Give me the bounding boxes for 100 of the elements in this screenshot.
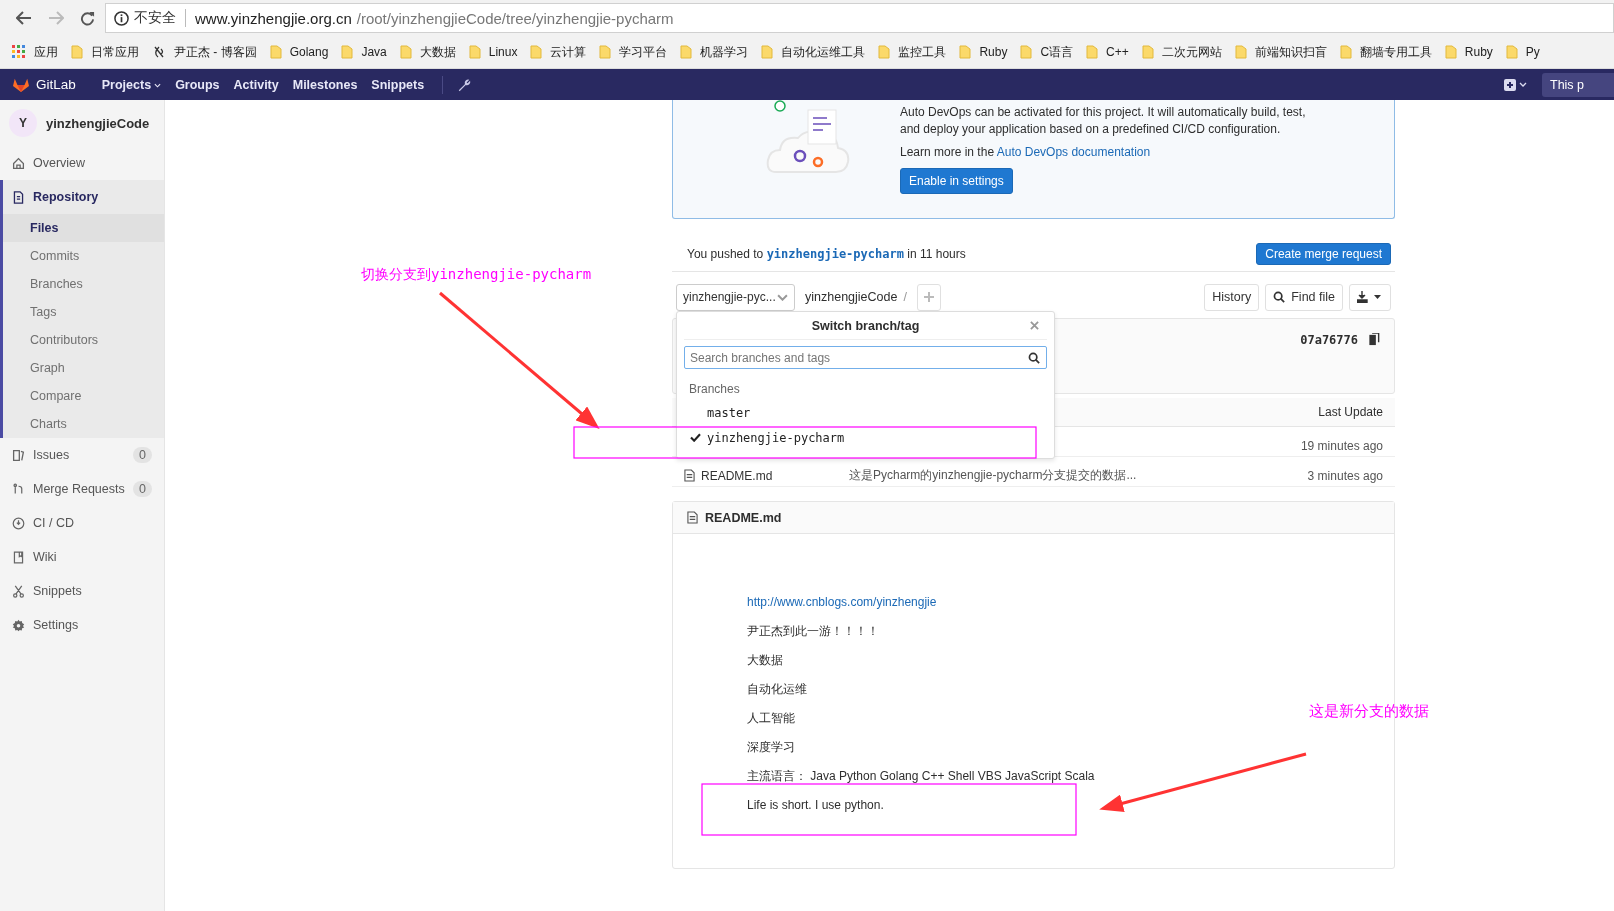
bookmark[interactable]: 学习平台	[599, 43, 668, 61]
back-icon[interactable]	[16, 11, 32, 25]
nav-link[interactable]: Milestones	[292, 77, 358, 92]
pipeline-icon	[12, 516, 25, 530]
bookmark[interactable]: 尹正杰 - 博客园	[152, 43, 257, 61]
bookmark[interactable]: 机器学习	[680, 43, 749, 61]
copy-icon[interactable]	[1368, 333, 1380, 346]
sidebar-item[interactable]: Snippets	[3, 574, 164, 608]
push-notice: You pushed to yinzhengjie-pycharm in 11 hours	[687, 247, 966, 261]
readme-paragraph: 主流语言： Java Python Golang C++ Shell VBS JavaScript Scala	[747, 769, 1095, 785]
folder-icon	[71, 45, 83, 59]
wrench-icon[interactable]	[457, 77, 472, 92]
readme-paragraph: 人工智能	[747, 711, 795, 727]
security-label: 不安全	[134, 9, 176, 27]
address-bar[interactable]: 不安全 www.yinzhengjie.org.cn /root/yinzhengjieCode/tree/yinzhengjie-pycharm	[105, 3, 1614, 33]
folder-icon	[1339, 45, 1352, 59]
close-icon[interactable]	[1030, 321, 1039, 330]
folder-icon	[1020, 45, 1033, 59]
bookmark[interactable]: 应用	[12, 43, 58, 61]
enable-settings-button[interactable]: Enable in settings	[900, 168, 1013, 194]
sidebar-item[interactable]: Issues 0	[3, 438, 164, 472]
folder-icon	[761, 45, 774, 59]
bookmark[interactable]: 前端知识扫盲	[1234, 43, 1327, 61]
url-path: /root/yinzhengjieCode/tree/yinzhengjie-pycharm	[356, 9, 674, 27]
column-header: Last Update	[1318, 405, 1383, 419]
branch-item[interactable]: yinzhengjie-pycharm	[684, 425, 1047, 450]
readme-paragraph: 自动化运维	[747, 682, 807, 698]
sidebar-subitem[interactable]: Charts	[3, 410, 164, 438]
bookmark[interactable]: 云计算	[530, 43, 587, 61]
blog-link[interactable]: http://www.cnblogs.com/yinzhengjie	[747, 595, 937, 624]
search-field[interactable]: This p	[1542, 72, 1614, 97]
nav-link[interactable]: Activity	[233, 77, 279, 92]
breadcrumb-link[interactable]: yinzhengjieCode	[805, 290, 898, 304]
check-icon	[690, 433, 701, 442]
gitlab-logo[interactable]: GitLab	[12, 76, 76, 93]
sidebar-subitem[interactable]: Commits	[3, 242, 164, 270]
annotation-text: 切换分支到yinzhengjie-pycharm	[361, 266, 592, 284]
branch-item[interactable]: master	[684, 400, 1047, 425]
readme-paragraph: 大数据	[747, 653, 783, 669]
nav-link[interactable]: Snippets	[371, 77, 425, 92]
info-icon	[114, 10, 129, 26]
download-button[interactable]	[1349, 283, 1391, 311]
history-button[interactable]: History	[1204, 283, 1260, 311]
sidebar-item[interactable]: Repository	[3, 180, 164, 214]
nav-link[interactable]: Projects	[101, 77, 162, 92]
bookmark[interactable]: 二次元网站	[1141, 43, 1222, 61]
bookmark[interactable]: Py	[1505, 45, 1540, 59]
folder-icon	[468, 45, 481, 59]
nav-link[interactable]: Groups	[175, 77, 220, 92]
file-icon	[684, 469, 695, 482]
project-avatar[interactable]: Y	[9, 109, 37, 137]
plus-icon	[923, 292, 934, 302]
table-cell: 3 minutes ago	[1307, 468, 1383, 483]
bookmark[interactable]: Java	[341, 45, 387, 59]
bookmark[interactable]: Ruby	[1444, 45, 1493, 59]
bookmark[interactable]: C++	[1086, 45, 1129, 59]
bookmark[interactable]: 监控工具	[878, 43, 947, 61]
commit-message-link[interactable]: 这是Pycharm的yinzhengjie-pycharm分支提交的数据...	[849, 467, 1137, 484]
folder-icon	[530, 45, 543, 59]
sidebar-item[interactable]: Settings	[3, 608, 164, 642]
search-icon	[1273, 291, 1286, 303]
folder-icon	[1086, 45, 1099, 59]
banner-text: Auto DevOps can be activated for this project. It will automatically build, test,	[900, 104, 1306, 121]
download-icon	[1357, 291, 1383, 303]
folder-icon	[680, 45, 693, 59]
reload-icon[interactable]	[80, 10, 95, 26]
sidebar-subitem[interactable]: Tags	[3, 298, 164, 326]
sidebar-item[interactable]: Overview	[3, 146, 164, 180]
book-icon	[12, 550, 25, 564]
folder-icon	[1444, 45, 1457, 59]
commit-sha: 07a76776	[1300, 333, 1358, 347]
file-name-link[interactable]: README.md	[701, 468, 773, 483]
folder-icon	[1141, 45, 1154, 59]
sidebar-subitem[interactable]: Contributors	[3, 326, 164, 354]
sidebar-subitem[interactable]: Compare	[3, 382, 164, 410]
sidebar-item[interactable]: Wiki	[3, 540, 164, 574]
project-name[interactable]: yinzhengjieCode	[46, 115, 150, 131]
bookmark[interactable]: 自动化运维工具	[761, 43, 866, 61]
bookmark[interactable]: Ruby	[959, 45, 1008, 59]
documentation-link[interactable]: Auto DevOps documentation	[996, 145, 1151, 159]
bookmark[interactable]: C语言	[1020, 43, 1074, 61]
create-merge-request-button[interactable]: Create merge request	[1256, 243, 1391, 265]
search-field[interactable]: Search branches and tags	[684, 346, 1047, 369]
sidebar-item[interactable]: CI / CD	[3, 506, 164, 540]
count-badge: 0	[133, 481, 152, 497]
readme-paragraph: 尹正杰到此一游！！！！	[747, 624, 879, 640]
bookmark[interactable]: 大数据	[399, 43, 456, 61]
chevron-down-icon	[777, 293, 788, 301]
sidebar-subitem[interactable]: Graph	[3, 354, 164, 382]
sidebar-subitem[interactable]: Branches	[3, 270, 164, 298]
bookmark[interactable]: Golang	[269, 45, 329, 59]
bookmark[interactable]: 翻墙专用工具	[1339, 43, 1432, 61]
sidebar-subitem[interactable]: Files	[3, 214, 164, 242]
bookmark[interactable]: Linux	[468, 45, 518, 59]
sidebar-item[interactable]: Merge Requests 0	[3, 472, 164, 506]
banner-text: Learn more in the	[900, 145, 995, 159]
branch-select[interactable]: yinzhengjie-pyc...	[676, 283, 795, 311]
find-file-button[interactable]: Find file	[1265, 283, 1343, 311]
bookmark[interactable]: 日常应用	[71, 43, 139, 61]
new-item-icon[interactable]	[1504, 77, 1528, 92]
